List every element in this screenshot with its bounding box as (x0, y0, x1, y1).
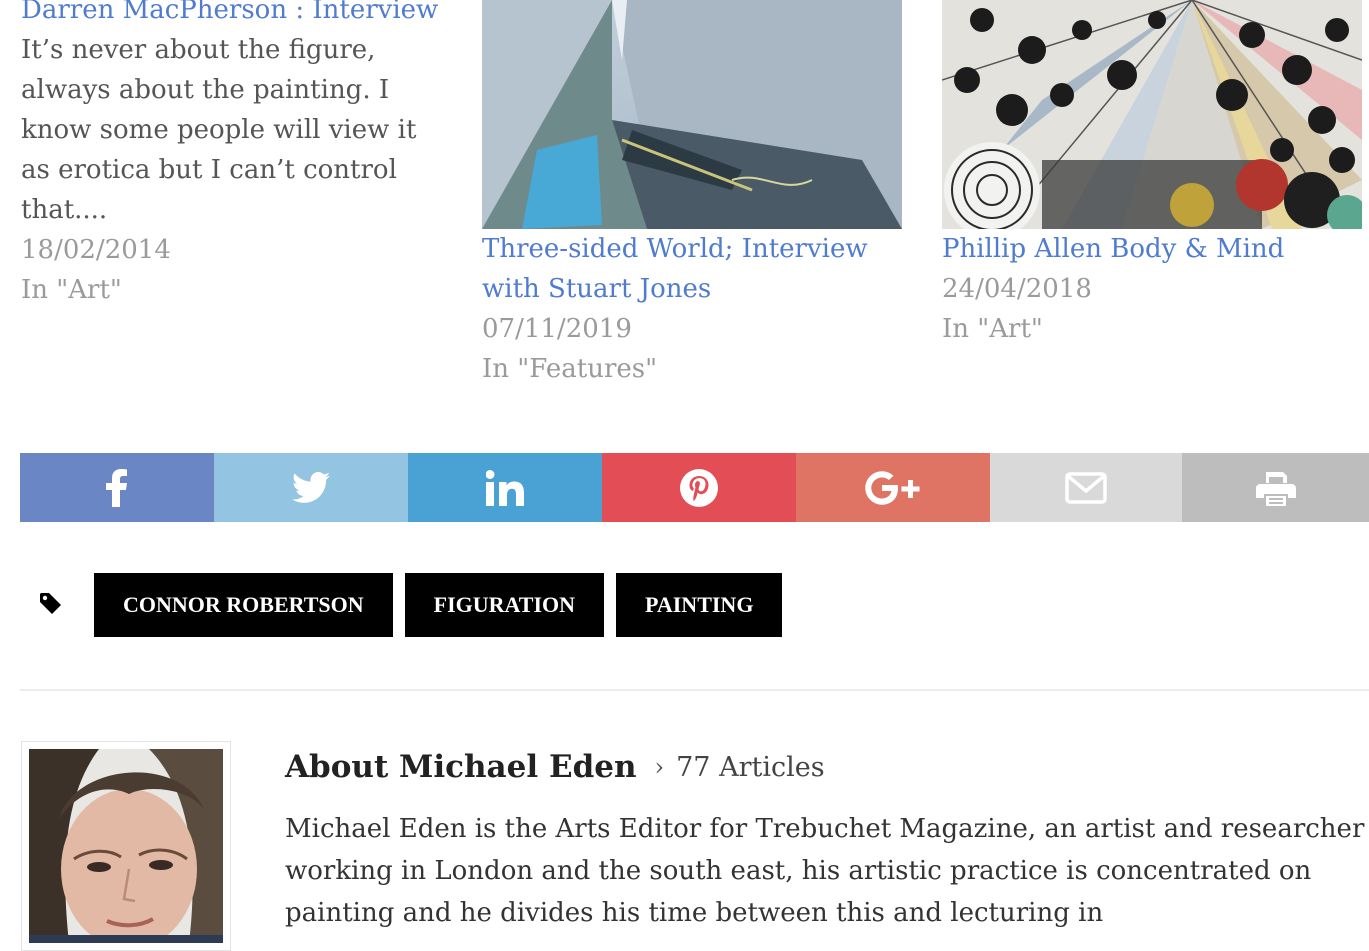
linkedin-icon (486, 469, 524, 506)
related-post-2-thumbnail[interactable] (482, 0, 902, 229)
tag-list: CONNOR ROBERTSON FIGURATION PAINTING (94, 573, 783, 637)
print-icon (1255, 471, 1296, 506)
related-post-2: Three-sided World; Interview with Stuart… (482, 0, 912, 389)
chevron-right-icon: › (654, 753, 665, 781)
share-facebook-button[interactable] (20, 453, 214, 522)
share-bar (20, 453, 1369, 522)
related-post-1-category: In "Art" (21, 275, 122, 305)
share-twitter-button[interactable] (214, 453, 408, 522)
share-google-plus-button[interactable] (796, 453, 990, 522)
facebook-icon (106, 468, 127, 507)
related-post-1-excerpt: It’s never about the figure, always abou… (21, 35, 417, 225)
related-post-3: Phillip Allen Body & Mind 24/04/2018 In … (942, 0, 1369, 349)
related-post-1-title[interactable]: Darren MacPherson : Interview (21, 0, 451, 30)
tag-connor-robertson[interactable]: CONNOR ROBERTSON (94, 573, 393, 637)
tag-figuration[interactable]: FIGURATION (404, 573, 605, 637)
author-photo (29, 749, 223, 943)
phillip-allen-painting-thumbnail (942, 0, 1362, 229)
pinterest-icon (680, 468, 718, 507)
author-article-count-link[interactable]: 77 Articles (676, 752, 824, 783)
share-linkedin-button[interactable] (408, 453, 602, 522)
related-post-2-title[interactable]: Three-sided World; Interview with Stuart… (482, 229, 912, 309)
twitter-icon (292, 471, 330, 503)
related-post-3-category: In "Art" (942, 314, 1043, 344)
related-post-2-date: 07/11/2019 (482, 314, 632, 344)
related-post-1: Darren MacPherson : Interview It’s never… (21, 0, 451, 310)
related-post-3-title[interactable]: Phillip Allen Body & Mind (942, 229, 1369, 269)
google-plus-icon (865, 470, 920, 505)
author-bio: Michael Eden is the Arts Editor for Treb… (285, 814, 1365, 928)
author-heading: About Michael Eden › 77 Articles (285, 742, 825, 792)
tag-painting[interactable]: PAINTING (616, 573, 783, 637)
author-name-link[interactable]: About Michael Eden (285, 749, 637, 785)
related-posts: Darren MacPherson : Interview It’s never… (0, 0, 1369, 420)
related-post-2-category: In "Features" (482, 354, 658, 384)
share-email-button[interactable] (990, 453, 1182, 522)
author-avatar[interactable] (21, 741, 231, 951)
related-post-1-date: 18/02/2014 (21, 235, 171, 265)
share-print-button[interactable] (1182, 453, 1369, 522)
tags-icon (40, 593, 61, 614)
mail-icon (1065, 471, 1107, 504)
stuart-jones-painting-thumbnail (482, 0, 902, 229)
related-post-3-thumbnail[interactable] (942, 0, 1362, 229)
related-post-3-date: 24/04/2018 (942, 274, 1092, 304)
section-divider (20, 689, 1369, 691)
share-pinterest-button[interactable] (602, 453, 796, 522)
